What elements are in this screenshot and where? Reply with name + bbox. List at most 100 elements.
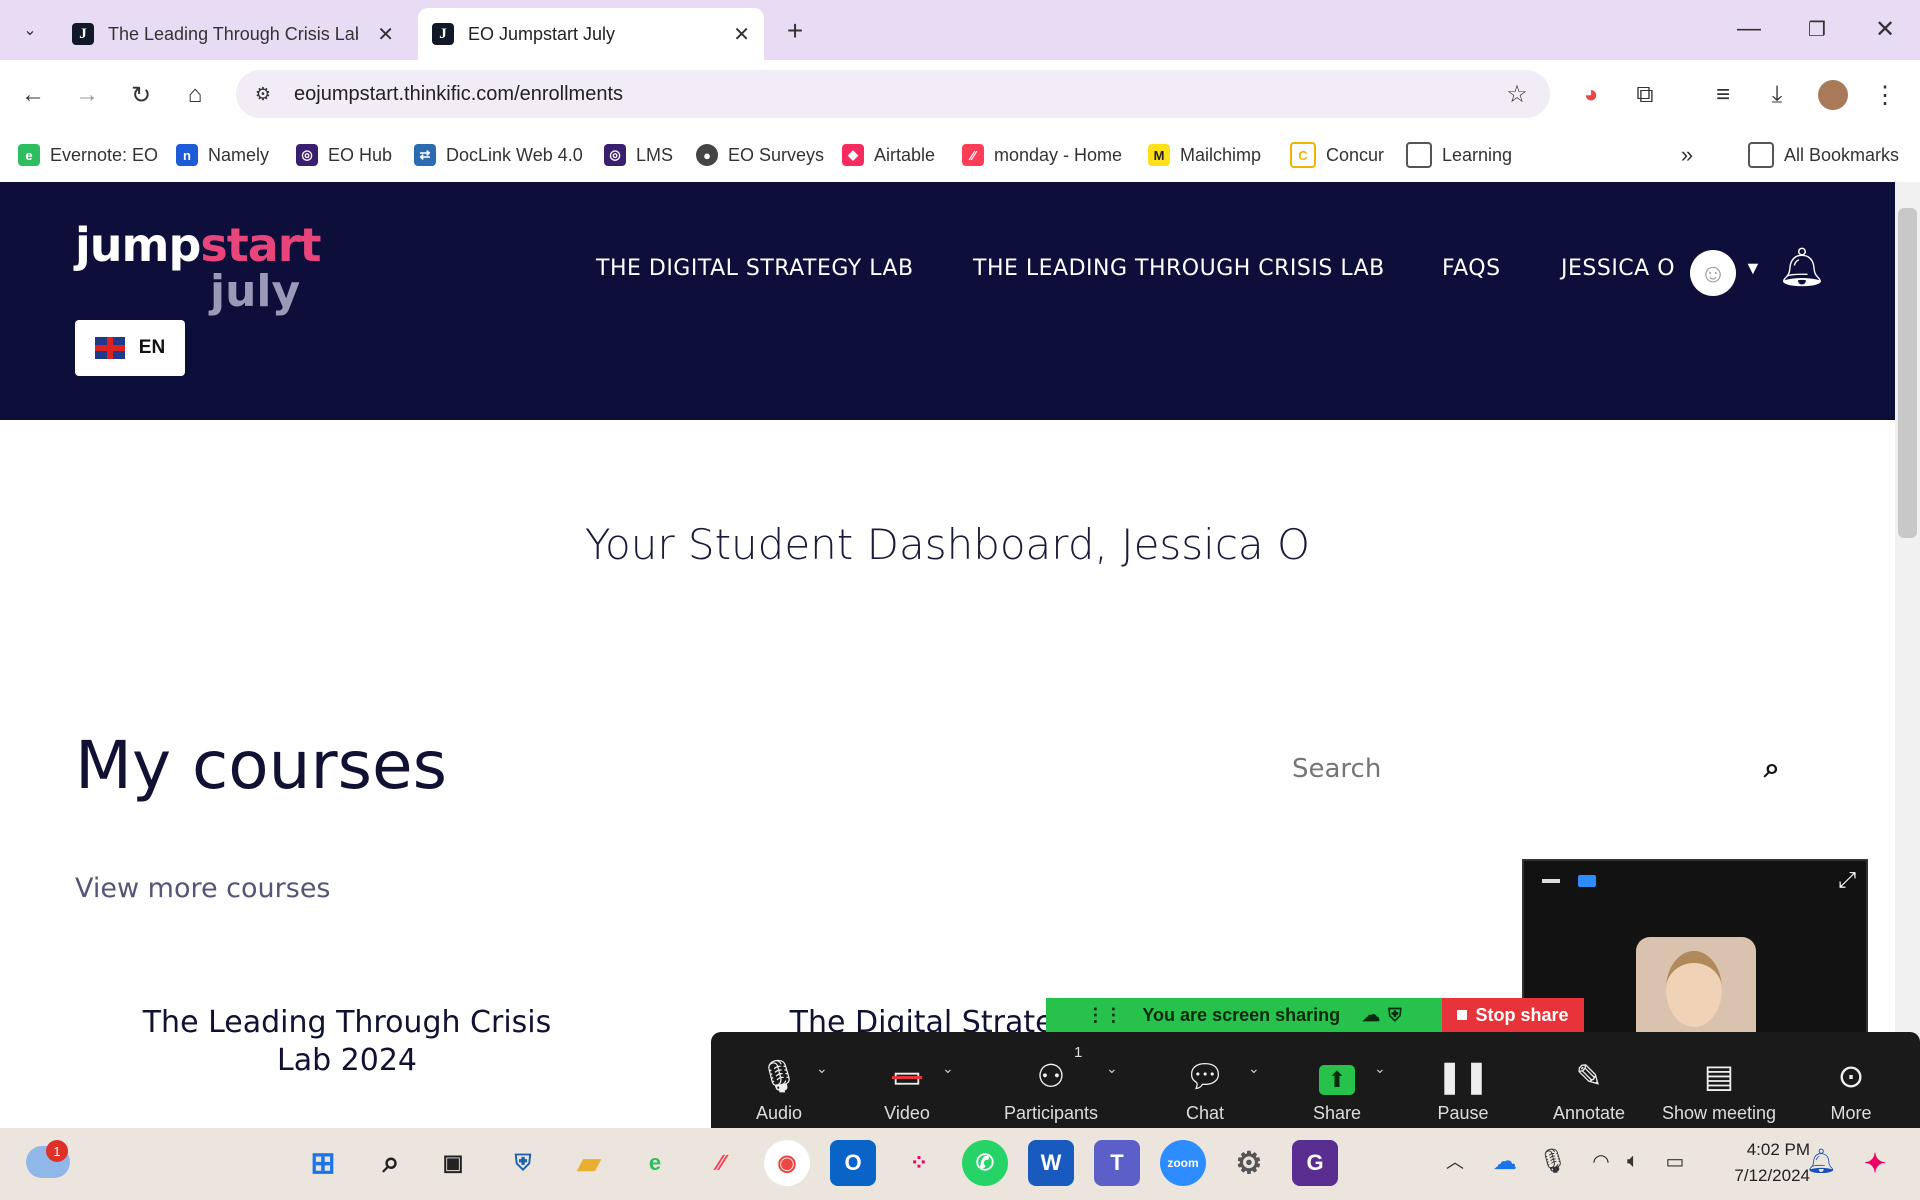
apps-grid-icon[interactable]: ⁘ [896,1140,942,1186]
word-taskbar-icon[interactable]: W [1028,1140,1074,1186]
nav-faqs[interactable]: FAQS [1442,256,1501,281]
tab-leading-through-crisis[interactable]: J The Leading Through Crisis Lab ✕ [58,8,408,60]
bookmark-doclink[interactable]: ⇄ DocLink Web 4.0 [414,140,583,170]
tray-overflow-icon[interactable]: ︿ [1440,1146,1470,1176]
jumpstart-logo[interactable]: jumpstart [75,218,321,272]
reload-icon[interactable]: ↻ [124,78,158,112]
whatsapp-taskbar-icon[interactable]: ✆ [962,1140,1008,1186]
site-info-icon[interactable]: ⚙ [246,77,280,111]
bookmark-lms[interactable]: ◎ LMS [604,140,673,170]
audio-button[interactable]: 🎙︎ Audio [724,1042,834,1124]
expand-icon[interactable]: ⤢ [1838,867,1856,893]
video-button[interactable]: ▭ Video [852,1042,962,1124]
user-menu-name[interactable]: JESSICA O [1561,256,1675,281]
bookmark-mailchimp[interactable]: M Mailchimp [1148,140,1261,170]
app-g-taskbar-icon[interactable]: G [1292,1140,1338,1186]
drag-handle-icon[interactable]: ⋮⋮ [1086,1005,1122,1026]
notification-bell-icon[interactable]: 🔔︎ [1806,1146,1836,1176]
user-avatar-icon[interactable]: ☺ [1690,250,1736,296]
bookmark-eo-surveys[interactable]: ● EO Surveys [696,140,824,170]
more-bookmarks-chevron-icon[interactable]: » [1670,138,1704,172]
chrome-taskbar-icon[interactable]: ◉ [764,1140,810,1186]
all-bookmarks-folder[interactable]: All Bookmarks [1748,140,1899,170]
bookmark-namely[interactable]: n Namely [176,140,269,170]
bookmark-airtable[interactable]: ◆ Airtable [842,140,935,170]
view-more-courses-link[interactable]: View more courses [75,873,331,904]
monday-taskbar-icon[interactable]: ∕∕ [698,1140,744,1186]
home-icon[interactable]: ⌂ [178,78,212,112]
restore-icon[interactable]: ❐ [1800,12,1834,46]
participants-button[interactable]: ⚇ Participants [996,1042,1106,1124]
task-view-icon[interactable]: ▣ [430,1140,476,1186]
globe-icon: ● [696,144,718,166]
defender-icon[interactable]: ⛨ [500,1140,546,1186]
tab-search-chevron-icon[interactable]: ⌄ [14,14,46,46]
outlook-taskbar-icon[interactable]: O [830,1140,876,1186]
file-explorer-icon[interactable]: ▰ [566,1140,612,1186]
bookmark-monday[interactable]: ∕∕ monday - Home [962,140,1122,170]
show-meeting-button[interactable]: ▤ Show meeting [1654,1042,1784,1124]
clock-time[interactable]: 4:02 PM [1700,1140,1810,1160]
video-options-caret-icon[interactable]: ⌄ [942,1060,954,1077]
download-icon[interactable]: ⤓ [1760,78,1794,112]
more-button[interactable]: ⊙ More [1796,1042,1906,1124]
search-taskbar-icon[interactable]: ⌕ [368,1140,414,1186]
battery-icon[interactable]: ▭ [1660,1146,1690,1176]
view-toggle-icon[interactable] [1578,875,1596,887]
course-card-title[interactable]: The Leading Through Crisis Lab 2024 [120,1004,574,1080]
copilot-icon[interactable]: ✦ [1852,1140,1898,1186]
back-icon[interactable]: ← [16,78,50,112]
tab-close-icon[interactable]: ✕ [377,22,394,47]
wifi-icon[interactable]: ◠ [1586,1146,1616,1176]
pause-button[interactable]: ❚❚ Pause [1408,1042,1518,1124]
audio-label: Audio [755,1103,803,1123]
tab-eo-jumpstart-july[interactable]: J EO Jumpstart July ✕ [418,8,764,60]
bookmark-evernote[interactable]: e Evernote: EO [18,140,158,170]
bookmark-label: Learning [1442,144,1513,165]
bookmark-learning-folder[interactable]: Learning [1406,140,1512,170]
settings-gear-icon[interactable]: ⚙ [1226,1140,1272,1186]
user-dropdown-caret-icon[interactable]: ▼ [1744,258,1762,279]
notifications-bell-icon[interactable]: 🔔︎ [1778,246,1826,290]
clock-date[interactable]: 7/12/2024 [1700,1166,1810,1186]
forward-icon[interactable]: → [70,78,104,112]
minimize-panel-icon[interactable] [1542,879,1560,883]
folder-icon [1406,142,1432,168]
tab-close-icon[interactable]: ✕ [733,22,750,47]
tray-microphone-icon[interactable]: 🎙︎ [1538,1146,1568,1176]
extensions-puzzle-icon[interactable]: ⧉ [1628,78,1662,112]
onedrive-icon[interactable]: ☁ [1490,1146,1520,1176]
media-control-icon[interactable]: ≡ [1706,78,1740,112]
stop-share-button[interactable]: Stop share [1442,998,1584,1032]
language-selector[interactable]: EN [75,320,185,376]
nav-digital-strategy-lab[interactable]: THE DIGITAL STRATEGY LAB [596,256,914,281]
audio-options-caret-icon[interactable]: ⌄ [816,1060,828,1077]
bookmark-concur[interactable]: C Concur [1290,140,1384,170]
chat-button[interactable]: 💬︎ Chat [1150,1042,1260,1124]
volume-icon[interactable]: 🔈︎ [1618,1146,1648,1176]
minimize-icon[interactable]: — [1732,12,1766,46]
teams-taskbar-icon[interactable]: T [1094,1140,1140,1186]
screen-sharing-banner[interactable]: ⋮⋮ You are screen sharing ☁ ⛨ [1046,998,1442,1032]
tab-title: EO Jumpstart July [468,23,616,44]
scrollbar-thumb[interactable] [1898,208,1917,538]
extension-color-icon[interactable]: ◕ [1574,78,1608,112]
close-window-icon[interactable]: ✕ [1868,12,1902,46]
bookmark-star-icon[interactable]: ☆ [1502,79,1532,109]
chrome-menu-icon[interactable]: ⋮ [1868,78,1902,112]
zoom-taskbar-icon[interactable]: zoom [1160,1140,1206,1186]
new-tab-icon[interactable]: + [778,14,812,48]
chat-options-caret-icon[interactable]: ⌄ [1248,1060,1260,1077]
annotate-button[interactable]: ✎ Annotate [1534,1042,1644,1124]
nav-leading-through-crisis-lab[interactable]: THE LEADING THROUGH CRISIS LAB [973,256,1385,281]
address-bar[interactable]: ⚙ eojumpstart.thinkific.com/enrollments … [236,70,1550,118]
share-options-caret-icon[interactable]: ⌄ [1374,1060,1386,1077]
course-search-input[interactable] [1290,745,1754,793]
bookmark-eo-hub[interactable]: ◎ EO Hub [296,140,392,170]
search-icon[interactable]: ⌕ [1764,752,1780,785]
participants-options-caret-icon[interactable]: ⌄ [1106,1060,1118,1077]
windows-start-icon[interactable]: ⊞ [300,1140,346,1186]
evernote-taskbar-icon[interactable]: e [632,1140,678,1186]
profile-avatar[interactable] [1818,80,1848,110]
share-button[interactable]: ⬆ Share [1282,1042,1392,1124]
